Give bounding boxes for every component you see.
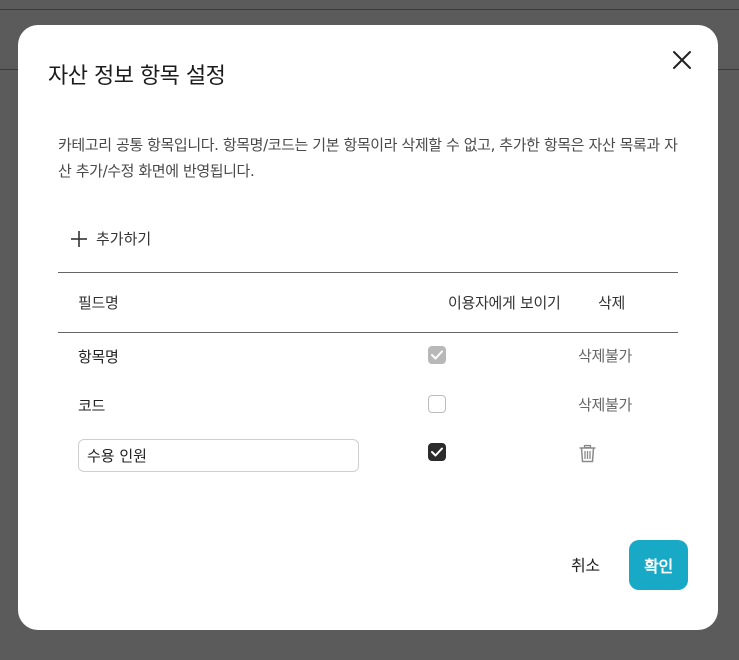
delete-field-button[interactable] [578, 444, 597, 467]
add-field-label: 추가하기 [96, 230, 152, 248]
dialog-title: 자산 정보 항목 설정 [48, 64, 226, 89]
close-button[interactable] [669, 47, 695, 73]
table-header-border [58, 332, 678, 333]
visible-checkbox[interactable] [428, 395, 446, 413]
column-header-visible: 이용자에게 보이기 [448, 294, 561, 312]
backdrop-divider [0, 9, 739, 10]
confirm-button[interactable]: 확인 [629, 540, 688, 590]
check-icon [431, 447, 443, 457]
dialog-description: 카테고리 공통 항목입니다. 항목명/코드는 기본 항목이라 삭제할 수 없고,… [58, 136, 678, 180]
delete-disabled-text: 삭제불가 [578, 396, 633, 414]
backdrop-divider [718, 69, 739, 70]
delete-disabled-text: 삭제불가 [578, 347, 633, 365]
add-field-button[interactable]: 추가하기 [70, 228, 151, 249]
plus-icon [71, 230, 87, 247]
table-top-border [58, 272, 678, 273]
custom-field-name-input[interactable] [78, 439, 359, 472]
close-icon [673, 51, 691, 69]
visible-checkbox-disabled [428, 346, 446, 364]
visible-checkbox-checked[interactable] [428, 443, 446, 461]
cancel-button[interactable]: 취소 [571, 552, 600, 576]
settings-dialog: 자산 정보 항목 설정 카테고리 공통 항목입니다. 항목명/코드는 기본 항목… [18, 25, 718, 630]
field-name-text: 항목명 [78, 348, 119, 366]
column-header-delete: 삭제 [598, 294, 626, 312]
trash-icon [579, 444, 596, 463]
check-icon [431, 350, 443, 360]
backdrop-divider [0, 69, 18, 70]
column-header-field-name: 필드명 [78, 294, 119, 312]
field-name-text: 코드 [78, 397, 106, 415]
